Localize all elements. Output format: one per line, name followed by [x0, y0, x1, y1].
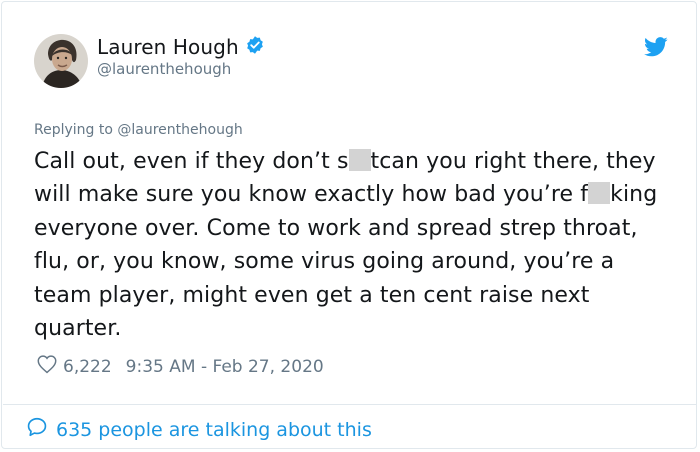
tweet-card: Lauren Hough @laurenthehough Replying to… [1, 1, 697, 449]
avatar[interactable] [34, 34, 88, 88]
tweet-meta: 6,222 9:35 AM - Feb 27, 2020 [36, 353, 324, 380]
like-count[interactable]: 6,222 [63, 357, 112, 377]
comment-bubble-icon [26, 416, 48, 443]
censor-block [348, 149, 371, 171]
tweet-timestamp[interactable]: 9:35 AM - Feb 27, 2020 [126, 357, 324, 377]
replying-to[interactable]: Replying to @laurenthehough [34, 122, 243, 138]
censor-block [588, 182, 611, 205]
tweet-text: Call out, even if they don’t s tcan you r… [34, 145, 674, 345]
divider [3, 404, 697, 405]
talking-about-link[interactable]: 635 people are talking about this [26, 416, 372, 443]
heart-outline-icon[interactable] [36, 353, 58, 380]
author-name[interactable]: Lauren Hough [97, 35, 239, 59]
author-name-row: Lauren Hough [97, 34, 265, 60]
talking-about-label: 635 people are talking about this [56, 418, 372, 441]
tweet-text-part-1: Call out, even if they don’t s [34, 149, 349, 174]
author-handle[interactable]: @laurenthehough [97, 60, 231, 78]
verified-badge-icon [245, 35, 265, 59]
twitter-bird-icon[interactable] [644, 36, 668, 58]
